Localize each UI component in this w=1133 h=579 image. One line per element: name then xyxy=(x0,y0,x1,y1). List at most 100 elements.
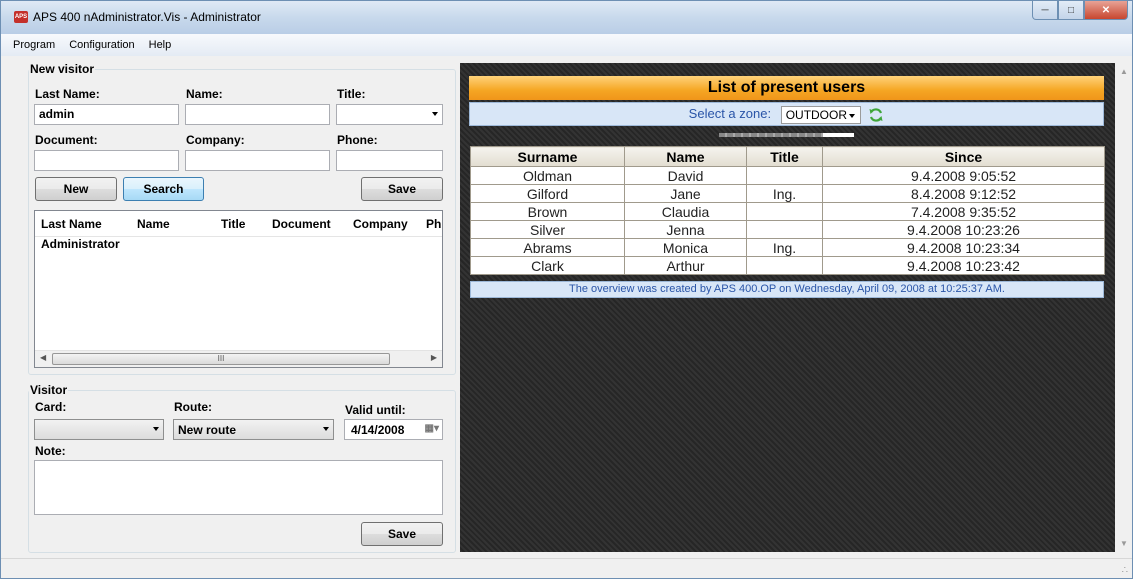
since-cell: 7.4.2008 9:35:52 xyxy=(822,202,1105,221)
column-user-name[interactable]: Name xyxy=(624,146,747,167)
menu-program[interactable]: Program xyxy=(13,39,55,51)
table-row[interactable]: Gilford Jane Ing. 8.4.2008 9:12:52 xyxy=(470,184,1105,203)
zone-selector-bar: Select a zone: OUTDOOR xyxy=(469,102,1104,126)
valid-until-datepicker[interactable]: 4/14/2008 ▦▾ xyxy=(344,419,443,440)
list-cell-last-name: Administrator xyxy=(41,237,120,251)
name-label: Name: xyxy=(186,87,223,101)
title-label: Title: xyxy=(337,87,366,101)
name-cell: Jenna xyxy=(624,220,747,239)
visitor-search-results[interactable]: Last Name Name Title Document Company Ph… xyxy=(34,210,443,368)
column-document[interactable]: Document xyxy=(272,217,331,231)
column-surname[interactable]: Surname xyxy=(470,146,625,167)
last-name-input[interactable]: admin xyxy=(34,104,179,125)
name-cell: Monica xyxy=(624,238,747,257)
chevron-down-icon xyxy=(153,427,159,431)
valid-until-value: 4/14/2008 xyxy=(351,423,405,437)
table-row[interactable]: Silver Jenna 9.4.2008 10:23:26 xyxy=(470,220,1105,239)
menu-bar: Program Configuration Help xyxy=(1,34,1132,56)
maximize-icon[interactable]: □ xyxy=(1058,1,1084,20)
scroll-right-icon[interactable]: ▶ xyxy=(431,353,437,362)
menu-help[interactable]: Help xyxy=(149,39,172,51)
scroll-thumb[interactable]: III xyxy=(52,353,390,365)
name-cell: David xyxy=(624,166,747,185)
close-icon[interactable]: ✕ xyxy=(1084,1,1128,20)
document-input[interactable] xyxy=(34,150,179,171)
surname-cell: Oldman xyxy=(470,166,625,185)
resize-grip-icon[interactable]: ∴ xyxy=(1122,565,1128,576)
present-users-panel: List of present users Select a zone: OUT… xyxy=(460,63,1115,552)
scroll-left-icon[interactable]: ◀ xyxy=(40,353,46,362)
card-select[interactable] xyxy=(34,419,164,440)
horizontal-scrollbar[interactable]: ◀ III ▶ xyxy=(35,350,442,367)
document-label: Document: xyxy=(35,133,98,147)
name-cell: Jane xyxy=(624,184,747,203)
refresh-progress-bar xyxy=(719,133,854,137)
title-cell xyxy=(746,166,823,185)
column-last-name[interactable]: Last Name xyxy=(41,217,102,231)
phone-input[interactable] xyxy=(336,150,443,171)
zone-label: Select a zone: xyxy=(688,106,772,121)
scroll-up-icon[interactable]: ▲ xyxy=(1120,67,1128,76)
scroll-down-icon[interactable]: ▼ xyxy=(1120,539,1128,548)
new-visitor-title: New visitor xyxy=(29,62,96,76)
calendar-icon[interactable]: ▦▾ xyxy=(425,423,439,434)
title-cell: Ing. xyxy=(746,238,823,257)
valid-until-label: Valid until: xyxy=(345,403,406,417)
name-cell: Claudia xyxy=(624,202,747,221)
save-card-button[interactable]: Save xyxy=(361,522,443,546)
title-bar[interactable]: APS APS 400 nAdministrator.Vis - Adminis… xyxy=(1,1,1132,34)
column-company[interactable]: Company xyxy=(353,217,408,231)
column-user-title[interactable]: Title xyxy=(746,146,823,167)
refresh-progress-fill xyxy=(719,133,823,137)
card-label: Card: xyxy=(35,400,67,414)
zone-select-value: OUTDOOR xyxy=(785,107,848,122)
refresh-icon[interactable] xyxy=(868,107,884,123)
surname-cell: Brown xyxy=(470,202,625,221)
table-header-row: Surname Name Title Since xyxy=(470,146,1105,167)
app-window: APS APS 400 nAdministrator.Vis - Adminis… xyxy=(0,0,1133,579)
title-cell xyxy=(746,220,823,239)
menu-configuration[interactable]: Configuration xyxy=(69,39,134,51)
save-visitor-button[interactable]: Save xyxy=(361,177,443,201)
window-title: APS 400 nAdministrator.Vis - Administrat… xyxy=(33,10,261,24)
since-cell: 8.4.2008 9:12:52 xyxy=(822,184,1105,203)
present-users-table: Surname Name Title Since Oldman David 9.… xyxy=(470,146,1105,275)
title-cell xyxy=(746,202,823,221)
table-row[interactable]: Abrams Monica Ing. 9.4.2008 10:23:34 xyxy=(470,238,1105,257)
company-input[interactable] xyxy=(185,150,330,171)
table-row[interactable]: Brown Claudia 7.4.2008 9:35:52 xyxy=(470,202,1105,221)
title-cell: Ing. xyxy=(746,184,823,203)
column-since[interactable]: Since xyxy=(822,146,1105,167)
surname-cell: Silver xyxy=(470,220,625,239)
phone-label: Phone: xyxy=(337,133,378,147)
visitor-title: Visitor xyxy=(29,383,69,397)
note-textarea[interactable] xyxy=(34,460,443,515)
zone-select[interactable]: OUTDOOR xyxy=(780,105,861,124)
title-select[interactable] xyxy=(336,104,443,125)
route-label: Route: xyxy=(174,400,212,414)
since-cell: 9.4.2008 10:23:42 xyxy=(822,256,1105,275)
title-cell xyxy=(746,256,823,275)
present-users-header: List of present users xyxy=(469,76,1104,100)
name-input[interactable] xyxy=(185,104,330,125)
list-header: Last Name Name Title Document Company Ph xyxy=(35,211,442,237)
new-button[interactable]: New xyxy=(35,177,117,201)
surname-cell: Clark xyxy=(470,256,625,275)
column-title[interactable]: Title xyxy=(221,217,245,231)
since-cell: 9.4.2008 10:23:26 xyxy=(822,220,1105,239)
status-bar: ∴ xyxy=(1,558,1132,578)
search-button[interactable]: Search xyxy=(123,177,204,201)
minimize-icon[interactable]: ─ xyxy=(1032,1,1058,20)
route-select[interactable]: New route xyxy=(173,419,334,440)
column-phone[interactable]: Ph xyxy=(426,217,441,231)
surname-cell: Gilford xyxy=(470,184,625,203)
note-label: Note: xyxy=(35,444,66,458)
since-cell: 9.4.2008 10:23:34 xyxy=(822,238,1105,257)
table-row[interactable]: Oldman David 9.4.2008 9:05:52 xyxy=(470,166,1105,185)
chevron-down-icon xyxy=(848,113,855,118)
chevron-down-icon xyxy=(432,112,438,116)
column-name[interactable]: Name xyxy=(137,217,170,231)
vertical-scrollbar[interactable]: ▲ ▼ xyxy=(1115,63,1132,552)
table-row[interactable]: Clark Arthur 9.4.2008 10:23:42 xyxy=(470,256,1105,275)
list-item[interactable]: Administrator xyxy=(35,237,442,255)
